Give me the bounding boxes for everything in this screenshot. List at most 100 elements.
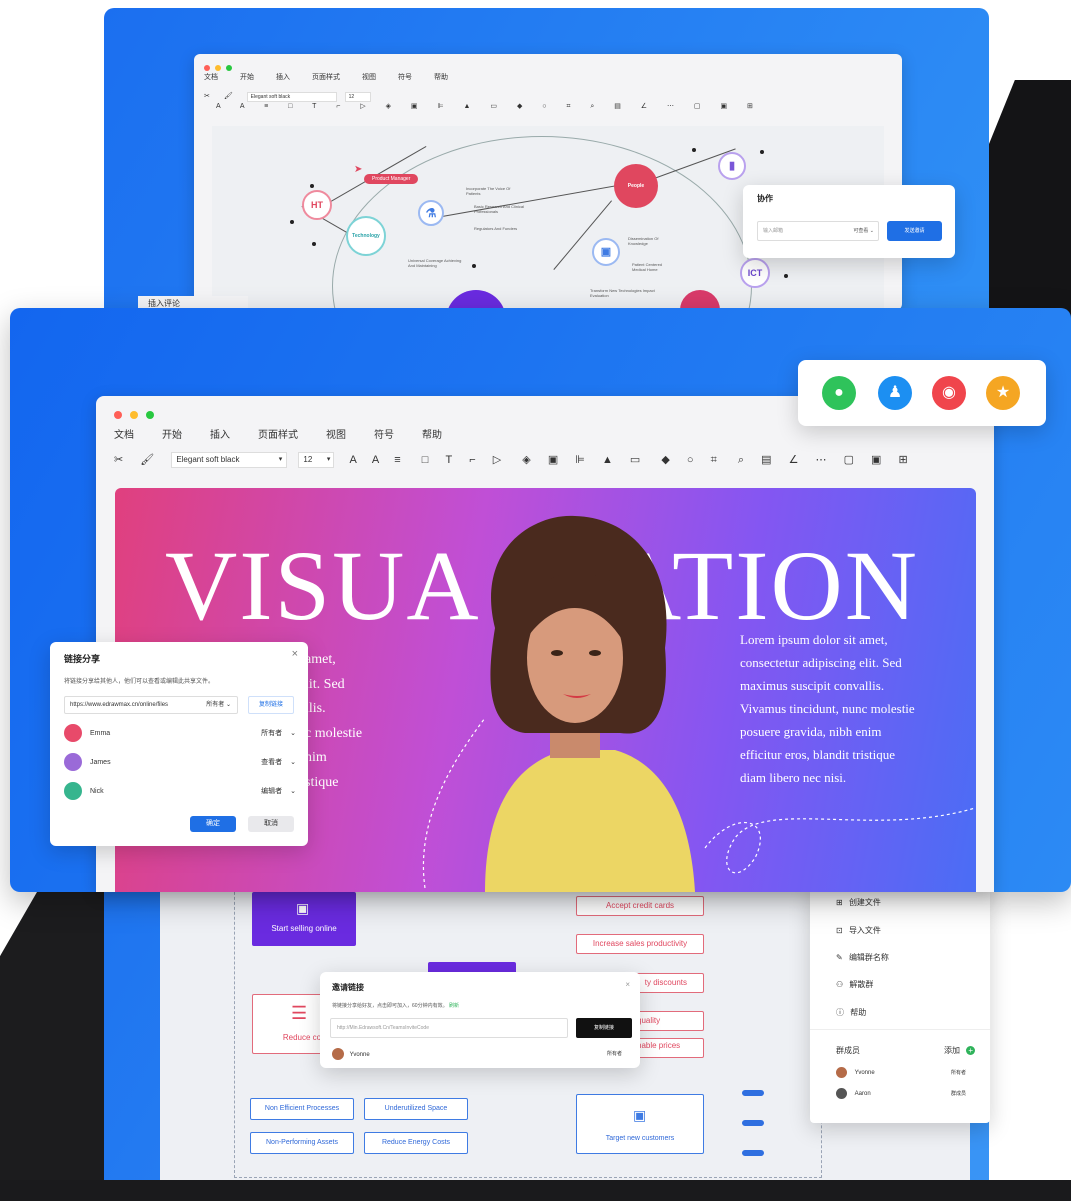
format-painter-icon[interactable]: 🖌 (224, 92, 233, 100)
minimize-dot[interactable] (130, 411, 138, 419)
non-efficient-processes-node[interactable]: Non Efficient Processes (250, 1098, 354, 1120)
close-icon[interactable]: × (292, 648, 298, 660)
collab-email-input[interactable]: 输入邮箱 可查看 ⌄ (757, 221, 879, 241)
wechat-icon[interactable]: ● (822, 376, 856, 410)
preview-icon[interactable]: ▤ (761, 453, 771, 466)
add-member-button[interactable]: 添加 + (944, 1045, 976, 1056)
menu-symbol[interactable]: 符号 (398, 72, 412, 82)
minimize-dot[interactable] (215, 65, 221, 71)
menu-page-style[interactable]: 页面样式 (258, 426, 298, 441)
rectangle-icon[interactable]: □ (422, 454, 429, 466)
start-selling-node[interactable]: ▣ Start selling online (252, 892, 356, 946)
node-device-icon[interactable]: ▮ (718, 152, 746, 180)
accept-credit-cards-node[interactable]: Accept credit cards (576, 896, 704, 916)
line-style-icon[interactable]: ○ (687, 454, 694, 466)
group-icon[interactable]: ▣ (548, 453, 558, 466)
favorite-icon[interactable]: ★ (986, 376, 1020, 410)
non-performing-assets-node[interactable]: Non-Performing Assets (250, 1132, 354, 1154)
member-row[interactable]: Aaron 群成员 (836, 1088, 976, 1099)
text-icon[interactable]: T (445, 454, 452, 466)
cut-icon[interactable]: ✂ (204, 92, 210, 100)
role-select[interactable]: 编辑者 ⌄ (261, 786, 296, 796)
node-people[interactable]: People (614, 164, 658, 208)
font-select[interactable]: Elegant soft black ▾ (171, 452, 288, 468)
reduce-energy-costs-node[interactable]: Reduce Energy Costs (364, 1132, 468, 1154)
copy-link-button[interactable]: 复制链接 (248, 696, 294, 714)
menu-page-style[interactable]: 页面样式 (312, 72, 340, 82)
menu-bar-small: 文档 开始 插入 页面样式 视图 符号 帮助 (204, 72, 476, 82)
node-ict[interactable]: ICT (740, 258, 770, 288)
node-research-icon[interactable]: ⚗ (418, 200, 444, 226)
distribute-icon[interactable]: ⊫ (575, 453, 585, 466)
product-manager-tag[interactable]: Product Manager (364, 174, 419, 184)
lock-icon[interactable]: ▢ (844, 453, 854, 466)
node-ht[interactable]: HT (302, 190, 332, 220)
weibo-icon[interactable]: ◉ (932, 376, 966, 410)
share-user-row[interactable]: Nick 编辑者 ⌄ (64, 782, 296, 800)
node-knowledge-icon[interactable]: ▣ (592, 238, 620, 266)
shape-icon[interactable]: ▲ (602, 454, 613, 466)
maximize-dot[interactable] (146, 411, 154, 419)
crop-icon[interactable]: ⌗ (711, 454, 717, 467)
invite-reset-link[interactable]: 刷新 (449, 1003, 459, 1009)
increase-sales-node[interactable]: Increase sales productivity (576, 934, 704, 954)
connector-icon[interactable]: ⌐ (469, 454, 475, 466)
cut-icon[interactable]: ✂ (114, 453, 123, 466)
menu-view[interactable]: 视图 (362, 72, 376, 82)
member-row[interactable]: Yvonne 所有者 (836, 1067, 976, 1078)
size-select[interactable]: 12 ▾ (298, 452, 335, 468)
frame-icon[interactable]: ▭ (630, 453, 640, 466)
search-icon[interactable]: ⌕ (738, 454, 744, 467)
format-painter-icon[interactable]: 🖌 (140, 453, 154, 466)
menu-start[interactable]: 开始 (240, 72, 254, 82)
cancel-button[interactable]: 取消 (248, 816, 294, 832)
share-user-row[interactable]: James 查看者 ⌄ (64, 753, 296, 771)
grow-font-icon[interactable]: A (349, 454, 356, 466)
menu-help[interactable]: 帮助 (434, 72, 448, 82)
menu-start[interactable]: 开始 (162, 426, 182, 441)
menu-file[interactable]: 文档 (114, 426, 134, 441)
role-select[interactable]: 查看者 ⌄ (261, 757, 296, 767)
confirm-button[interactable]: 确定 (190, 816, 236, 832)
pen-icon[interactable]: ∠ (789, 453, 799, 466)
group-menu-item[interactable]: ✎ 编辑群名称 (836, 952, 889, 963)
menu-insert[interactable]: 插入 (210, 426, 230, 441)
menu-insert[interactable]: 插入 (276, 72, 290, 82)
menu-file[interactable]: 文档 (204, 72, 218, 82)
layers-icon[interactable]: ◈ (522, 453, 530, 466)
group-menu-item[interactable]: ⚇ 解散群 (836, 979, 873, 990)
size-select[interactable]: 12 (344, 92, 371, 102)
toolbar-icons-small[interactable]: A A ≡ □ T ⌐ ▷ ◈ ▣ ⊫ ▲ ▭ ◆ ○ ⌗ ⌕ ▤ ∠ ⋯ ▢ … (216, 102, 762, 111)
underutilized-space-node[interactable]: Underutilized Space (364, 1098, 468, 1120)
group-menu-item[interactable]: ⓘ 帮助 (836, 1007, 866, 1018)
menu-help[interactable]: 帮助 (422, 426, 442, 441)
share-url-field[interactable]: https://www.edrawmax.cn/online/files 所有者 … (64, 696, 238, 714)
send-invite-button[interactable]: 发送邀请 (887, 221, 942, 241)
menu-symbol[interactable]: 符号 (374, 426, 394, 441)
close-dot[interactable] (114, 411, 122, 419)
comment-label[interactable]: 插入评论 (138, 296, 248, 308)
font-select[interactable]: Elegant soft black (246, 92, 337, 102)
maximize-dot[interactable] (226, 65, 232, 71)
invite-url-field[interactable]: http://Min.Edrawsoft.Cn/TeamsInviteCode (330, 1018, 568, 1038)
shrink-font-icon[interactable]: A (372, 454, 379, 466)
fit-icon[interactable]: ▣ (871, 453, 881, 466)
share-user-row[interactable]: Emma 所有者 ⌄ (64, 724, 296, 742)
collab-permission-select[interactable]: 可查看 ⌄ (853, 222, 874, 240)
invite-copy-button[interactable]: 复制链接 (576, 1018, 632, 1038)
align-icon[interactable]: ≡ (394, 454, 400, 466)
close-dot[interactable] (204, 65, 210, 71)
node-technology[interactable]: Technology (346, 216, 386, 256)
share-permission-select[interactable]: 所有者 ⌄ (206, 697, 231, 713)
role-select[interactable]: 所有者 ⌄ (261, 728, 296, 738)
select-icon[interactable]: ▷ (493, 453, 501, 466)
group-menu-item[interactable]: ⊞ 创建文件 (836, 897, 881, 908)
qq-icon[interactable]: ♟ (878, 376, 912, 410)
more-icon[interactable]: ⊞ (899, 453, 908, 466)
fill-icon[interactable]: ◆ (661, 453, 669, 466)
group-menu-item[interactable]: ⊡ 导入文件 (836, 925, 881, 936)
dash-icon[interactable]: ⋯ (816, 453, 827, 466)
target-customers-node[interactable]: ▣ Target new customers (576, 1094, 704, 1154)
close-icon[interactable]: × (625, 980, 630, 989)
menu-view[interactable]: 视图 (326, 426, 346, 441)
